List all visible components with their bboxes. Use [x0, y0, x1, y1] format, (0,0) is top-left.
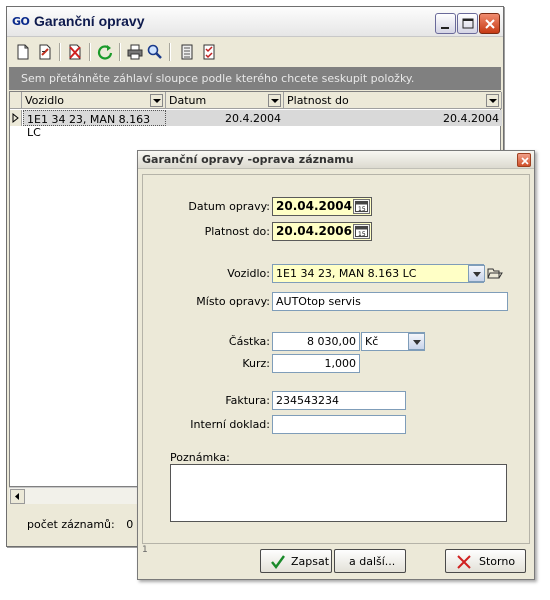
- grid-corner: [10, 92, 22, 109]
- datum-opravy-label: Datum opravy:: [188, 200, 270, 213]
- refresh-icon: [97, 45, 113, 60]
- delete-icon: [69, 44, 81, 60]
- find-icon: [147, 44, 162, 59]
- toolbar-separator: [119, 43, 121, 61]
- castka-field[interactable]: 8 030,00: [272, 332, 360, 351]
- app-icon: GO: [12, 15, 30, 28]
- minimize-button[interactable]: [435, 13, 456, 34]
- column-header-platnost[interactable]: Platnost do: [284, 92, 502, 109]
- column-header-label: Platnost do: [287, 94, 349, 107]
- dialog-form-panel: Datum opravy: 20.04.2004 15 Platnost do:…: [142, 174, 530, 544]
- edit-icon: [39, 44, 51, 60]
- table-cell-datum[interactable]: 20.4.2004: [166, 110, 284, 126]
- new-button[interactable]: [13, 42, 33, 62]
- platnost-do-calendar-button[interactable]: 15: [353, 224, 370, 239]
- find-button[interactable]: [145, 42, 165, 62]
- chevron-left-icon: [15, 493, 19, 500]
- checklist-button[interactable]: [199, 42, 219, 62]
- column-header-label: Datum: [169, 94, 207, 107]
- folder-open-icon: [487, 268, 503, 279]
- column-header-vozidlo[interactable]: Vozidlo: [22, 92, 166, 109]
- kurz-label: Kurz:: [242, 357, 270, 370]
- platnost-do-label: Platnost do:: [204, 225, 270, 238]
- title-bar[interactable]: GO Garanční opravy: [7, 7, 503, 37]
- faktura-label: Faktura:: [225, 394, 270, 407]
- columns-button[interactable]: [177, 42, 197, 62]
- toolbar-separator: [89, 43, 91, 61]
- new-icon: [17, 44, 29, 60]
- checkmark-icon: [271, 555, 285, 569]
- record-count: počet záznamů: 0: [27, 518, 133, 531]
- save-and-next-button[interactable]: a další...: [334, 549, 406, 573]
- dialog-title-bar[interactable]: Garanční opravy -oprava záznamu: [138, 151, 534, 169]
- poznamka-textarea[interactable]: [170, 464, 507, 522]
- column-header-label: Vozidlo: [25, 94, 64, 107]
- close-icon: [485, 19, 495, 29]
- close-button[interactable]: [479, 13, 500, 34]
- cancel-button-label: Storno: [479, 555, 516, 568]
- castka-label: Částka:: [228, 335, 270, 348]
- print-icon: [127, 44, 143, 60]
- maximize-icon: [462, 18, 474, 29]
- svg-text:15: 15: [358, 206, 366, 212]
- kurz-field[interactable]: 1,000: [272, 354, 360, 373]
- save-button-label: Zapsat: [291, 555, 330, 568]
- save-and-next-label: a další...: [349, 555, 396, 568]
- print-button[interactable]: [125, 42, 145, 62]
- dialog-title: Garanční opravy -oprava záznamu: [142, 153, 354, 166]
- chevron-down-icon[interactable]: [150, 94, 163, 107]
- chevron-down-icon[interactable]: [268, 94, 281, 107]
- datum-opravy-calendar-button[interactable]: 15: [353, 199, 370, 214]
- row-pointer-icon: [12, 112, 19, 124]
- dialog-close-button[interactable]: [517, 153, 531, 167]
- vozidlo-label: Vozidlo:: [227, 267, 270, 280]
- scroll-left-button[interactable]: [10, 489, 25, 504]
- interni-doklad-label: Interní doklad:: [190, 418, 270, 431]
- edit-button[interactable]: [35, 42, 55, 62]
- cancel-button[interactable]: Storno: [445, 549, 526, 573]
- vozidlo-select[interactable]: 1E1 34 23, MAN 8.163 LC: [272, 264, 484, 283]
- chevron-down-icon[interactable]: [468, 265, 485, 282]
- save-button[interactable]: Zapsat: [260, 549, 332, 573]
- poznamka-label: Poznámka:: [170, 451, 230, 464]
- table-cell-platnost[interactable]: 20.4.2004: [284, 110, 502, 126]
- misto-opravy-label: Místo opravy:: [196, 295, 270, 308]
- delete-button[interactable]: [65, 42, 85, 62]
- minimize-icon: [441, 27, 449, 29]
- toolbar-separator: [59, 43, 61, 61]
- record-count-label: počet záznamů:: [27, 518, 115, 531]
- edit-record-dialog: Garanční opravy -oprava záznamu Datum op…: [137, 150, 535, 580]
- table-cell-vozidlo[interactable]: 1E1 34 23, MAN 8.163 LC: [23, 110, 166, 139]
- browse-vehicle-button[interactable]: [487, 266, 503, 280]
- chevron-down-icon[interactable]: [486, 94, 499, 107]
- window-title: Garanční opravy: [34, 13, 145, 29]
- close-icon: [521, 157, 529, 165]
- record-count-value: 0: [126, 518, 134, 531]
- cross-icon: [457, 555, 471, 569]
- chevron-down-icon[interactable]: [408, 333, 425, 350]
- checklist-icon: [203, 44, 215, 60]
- row-indicator[interactable]: [10, 110, 22, 126]
- maximize-button[interactable]: [457, 13, 478, 34]
- dialog-status-marker: 1: [142, 545, 148, 555]
- calendar-icon: 15: [355, 226, 368, 237]
- columns-icon: [181, 44, 193, 60]
- interni-doklad-field[interactable]: [272, 415, 406, 434]
- misto-opravy-field[interactable]: AUTOtop servis: [272, 292, 508, 311]
- group-by-panel[interactable]: Sem přetáhněte záhlaví sloupce podle kte…: [9, 67, 501, 90]
- column-header-datum[interactable]: Datum: [166, 92, 284, 109]
- calendar-icon: 15: [355, 201, 368, 212]
- toolbar-separator: [169, 43, 171, 61]
- faktura-field[interactable]: 234543234: [272, 391, 406, 410]
- refresh-button[interactable]: [95, 42, 115, 62]
- toolbar: [9, 39, 501, 65]
- svg-text:15: 15: [358, 231, 366, 237]
